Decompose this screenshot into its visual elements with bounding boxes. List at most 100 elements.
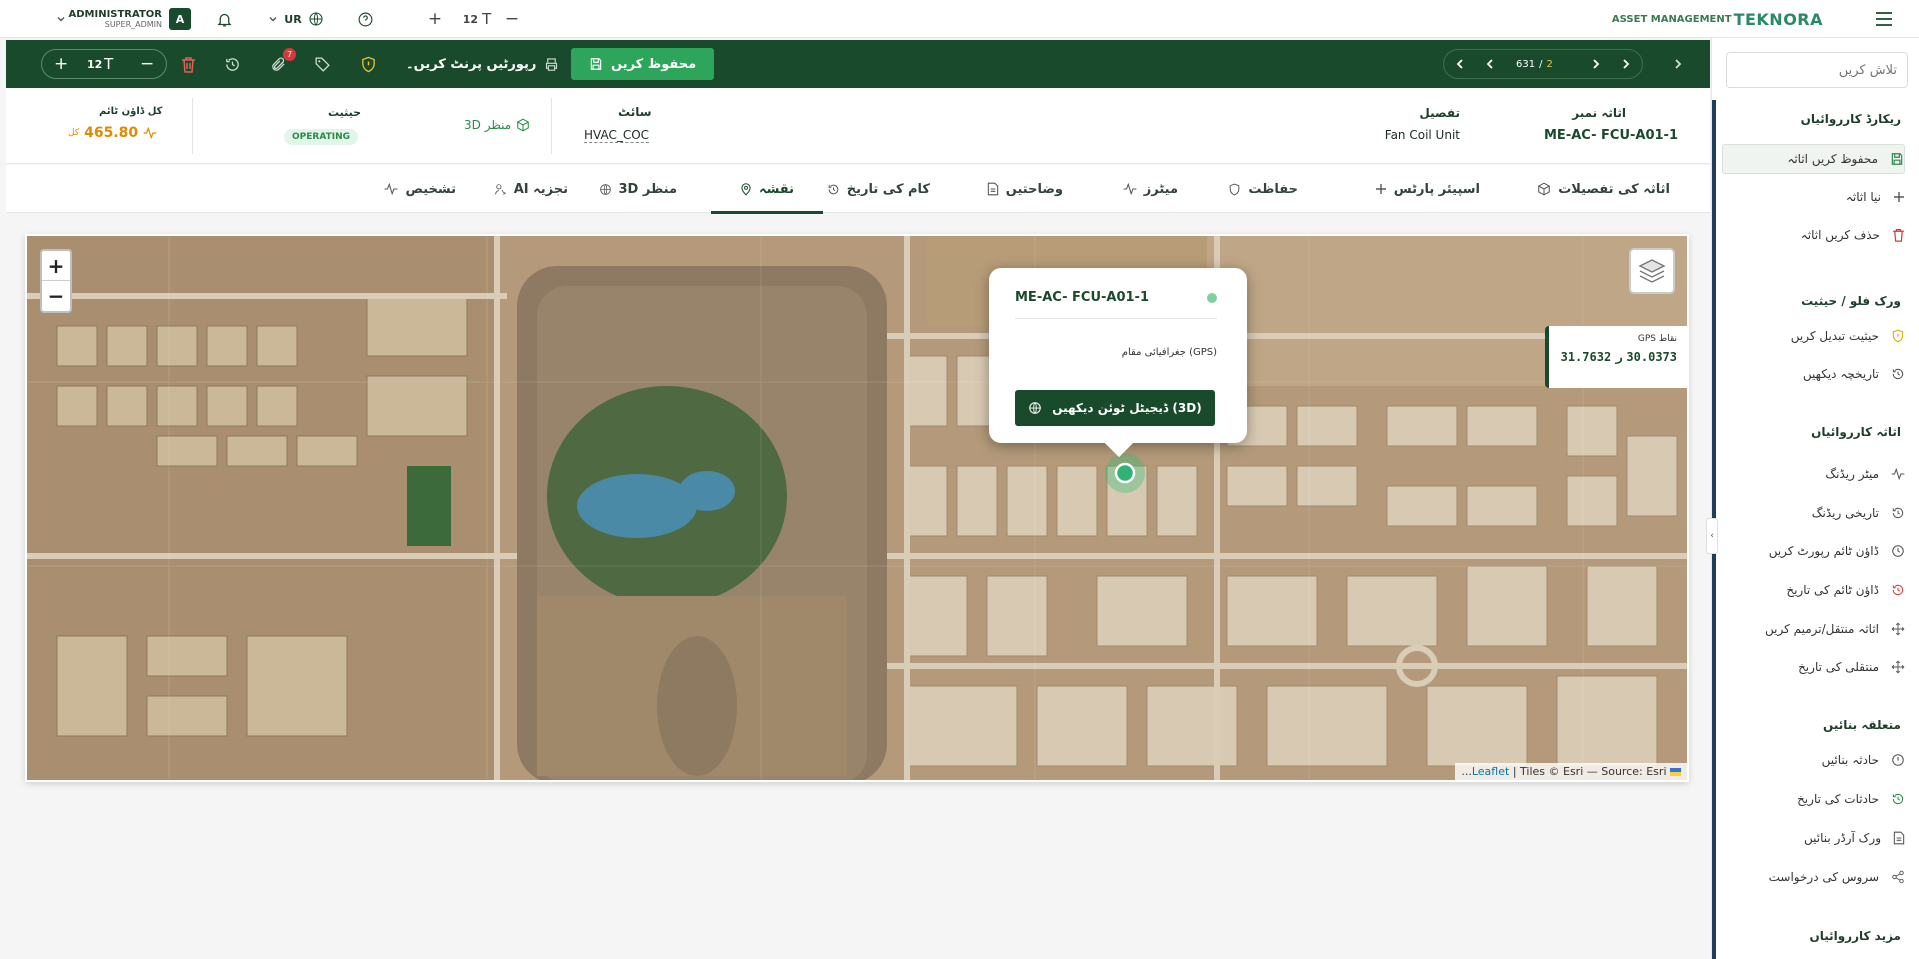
view-3d-link[interactable]: 3D منظر xyxy=(464,118,530,132)
font-increase-button[interactable]: + xyxy=(54,54,68,74)
sidebar-item-save-asset[interactable]: محفوظ کریں اثاثہ xyxy=(1722,144,1905,174)
hamburger-menu-icon[interactable] xyxy=(1872,0,1896,38)
bell-icon[interactable] xyxy=(214,0,234,38)
right-sidebar: ‹ ریکارڈ کارروائیاں محفوظ کریں اثاثہ نیا… xyxy=(1706,38,1919,959)
sidebar-item-change-status[interactable]: حیثیت تبدیل کریں xyxy=(1722,321,1905,351)
divider xyxy=(551,98,552,154)
chevron-down-icon xyxy=(269,17,277,22)
tab-work-history[interactable]: کام کی تاریخ xyxy=(827,165,930,213)
map-attribution: ...Leaflet | Tiles © Esri — Source: Esri xyxy=(1455,763,1687,780)
brand-logo[interactable]: ASSET MANAGEMENT TEKNORA xyxy=(1612,0,1823,38)
zoom-control: + − xyxy=(40,249,72,313)
font-size-indicator: 12 T xyxy=(456,0,498,38)
section-title-workflow: ورک فلو / حیثیت xyxy=(1801,294,1901,308)
view-digital-twin-button[interactable]: ڈیجیٹل ٹوئن دیکھیں (3D) xyxy=(1015,390,1215,426)
sidebar-item-new-asset[interactable]: نیا اثاثہ xyxy=(1722,182,1905,212)
font-decrease-button[interactable]: − xyxy=(140,54,154,74)
shield-warning-icon[interactable] xyxy=(358,54,378,74)
sidebar-item-incident-history[interactable]: حادثات کی تاریخ xyxy=(1722,784,1905,814)
tab-label: AI تجزیہ xyxy=(513,181,568,197)
tag-icon[interactable] xyxy=(312,54,332,74)
last-record-button[interactable] xyxy=(1454,58,1466,70)
pager-current: 631 xyxy=(1516,58,1536,70)
avatar[interactable]: A xyxy=(169,8,191,30)
view-3d-label: 3D منظر xyxy=(464,118,512,132)
tab-diagnosis[interactable]: تشخیص xyxy=(384,165,456,213)
divider xyxy=(192,98,193,154)
sidebar-item-delete-asset[interactable]: حذف کریں اثاثہ xyxy=(1722,220,1905,250)
sidebar-item-move-asset[interactable]: اثاثہ منتقل/ترمیم کریں xyxy=(1722,614,1905,644)
user-info[interactable]: ADMINISTRATOR SUPER_ADMIN xyxy=(68,0,162,38)
layers-icon xyxy=(1638,259,1666,283)
status-label: حیثیت xyxy=(328,106,362,119)
tab-ai-analysis[interactable]: AI تجزیہ xyxy=(494,165,568,213)
print-reports-label: رپورٹیں پرنٹ کریں۔ xyxy=(406,56,537,72)
gps-coordinates: 31.7632 ر 30.0373 xyxy=(1559,350,1677,364)
asset-number-label: اثاثہ نمبر xyxy=(1572,106,1626,120)
tab-label: نقشہ xyxy=(758,181,795,197)
sidebar-item-transfer-history[interactable]: منتقلی کی تاریخ xyxy=(1722,652,1905,682)
pulse-icon xyxy=(385,183,398,195)
help-icon[interactable] xyxy=(355,0,375,38)
satellite-imagery[interactable] xyxy=(27,236,1689,782)
sidebar-item-create-work-order[interactable]: ورک آرڈر بنائیں xyxy=(1722,823,1905,853)
sidebar-item-service-request[interactable]: سروس کی درخواست xyxy=(1722,862,1905,892)
gps-label: GPS نقاط xyxy=(1637,334,1677,344)
ai-icon xyxy=(494,183,507,195)
tab-specifications[interactable]: وضاحتیں xyxy=(987,165,1063,213)
sidebar-search-input[interactable] xyxy=(1726,52,1908,88)
history-icon xyxy=(1892,368,1904,380)
history-green-icon xyxy=(1892,793,1904,805)
save-button[interactable]: محفوظ کریں xyxy=(571,48,715,80)
asset-number-value: ME-AC- FCU-A01-1 xyxy=(1544,128,1678,143)
status-badge: OPERATING xyxy=(284,129,358,145)
attribution-prefix: ... xyxy=(1461,765,1472,778)
asset-info-bar: اثاثہ نمبر ME-AC- FCU-A01-1 تفصیل Fan Co… xyxy=(6,88,1710,164)
sidebar-item-meter-reading[interactable]: میٹر ریڈنگ xyxy=(1722,459,1905,489)
plus-icon xyxy=(1375,184,1386,194)
forward-chevron-icon[interactable] xyxy=(1670,56,1686,72)
site-value[interactable]: HVAC_COC xyxy=(584,128,650,143)
font-decrease-button[interactable]: − xyxy=(504,0,520,38)
first-record-button[interactable] xyxy=(1620,58,1632,70)
next-record-button[interactable] xyxy=(1590,58,1602,70)
status-dot xyxy=(1207,293,1217,303)
attachment-icon[interactable]: 7 xyxy=(268,48,296,74)
brand-name: TEKNORA xyxy=(1733,9,1823,29)
history-icon[interactable] xyxy=(222,54,242,74)
sidebar-item-report-downtime[interactable]: ڈاؤن ٹائم رپورٹ کریں xyxy=(1722,536,1905,566)
tab-meters[interactable]: میٹرز xyxy=(1123,165,1178,213)
globe-icon xyxy=(1029,402,1042,414)
language-selector[interactable]: UR xyxy=(266,0,326,38)
sidebar-item-view-history[interactable]: تاریخچہ دیکھیں xyxy=(1722,359,1905,389)
tab-3d-view[interactable]: 3D منظر xyxy=(599,165,677,213)
zoom-out-button[interactable]: − xyxy=(42,281,70,311)
tab-map[interactable]: نقشہ xyxy=(711,165,823,214)
sidebar-item-label: ڈاؤن ٹائم رپورٹ کریں xyxy=(1768,544,1879,558)
prev-record-button[interactable] xyxy=(1484,58,1496,70)
zoom-in-button[interactable]: + xyxy=(42,251,70,281)
gps-lat: 30.0373 xyxy=(1626,350,1677,364)
layers-control[interactable] xyxy=(1629,248,1675,294)
sidebar-item-create-incident[interactable]: حادثہ بنائیں xyxy=(1722,745,1905,775)
tab-spare-parts[interactable]: اسپیئر پارٹس xyxy=(1375,165,1480,213)
sidebar-item-label: تاریخی ریڈنگ xyxy=(1811,506,1879,520)
language-code: UR xyxy=(284,12,302,26)
printer-icon xyxy=(546,57,558,71)
downtime-readout: کل 465.80 xyxy=(68,125,157,141)
clock-icon xyxy=(1892,545,1904,557)
tab-safety[interactable]: حفاظت xyxy=(1228,165,1298,213)
map-view[interactable]: + − GPS نقاط 31.7632 ر 30.0373 ME-AC- FC… xyxy=(25,234,1689,782)
font-increase-button[interactable]: + xyxy=(427,0,443,38)
print-reports-button[interactable]: رپورٹیں پرنٹ کریں۔ xyxy=(406,49,559,79)
leaflet-link[interactable]: Leaflet xyxy=(1472,765,1509,778)
sidebar-item-historical-reading[interactable]: تاریخی ریڈنگ xyxy=(1722,498,1905,528)
tab-label: اسپیئر پارٹس xyxy=(1393,181,1480,197)
sidebar-collapse-handle[interactable]: ‹ xyxy=(1706,518,1718,554)
user-menu-chevron-icon[interactable] xyxy=(54,0,68,38)
delete-icon[interactable] xyxy=(178,54,198,74)
tab-asset-details[interactable]: اثاثہ کی تفصیلات xyxy=(1537,165,1670,213)
sidebar-item-downtime-history[interactable]: ڈاؤن ٹائم کی تاریخ xyxy=(1722,575,1905,605)
section-title-asset-actions: اثاثہ کارروائیاں xyxy=(1811,425,1901,439)
save-icon xyxy=(590,58,602,70)
